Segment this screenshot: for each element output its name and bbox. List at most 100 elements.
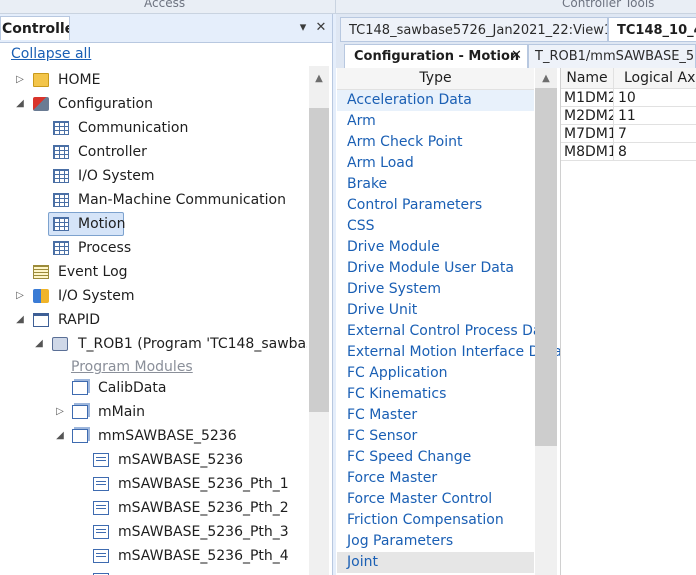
grid-cell-logical-axis[interactable]: 10 — [614, 89, 696, 107]
grid-header-name[interactable]: Name — [561, 68, 614, 89]
collapse-arrow-icon[interactable]: ◢ — [34, 333, 44, 355]
tree-label-controller: Controller — [78, 144, 147, 160]
tab-module-mmsawbase[interactable]: T_ROB1/mmSAWBASE_5236 — [528, 44, 696, 68]
tab-configuration-motion[interactable]: Configuration - Motion — [344, 44, 528, 68]
tree-label-procedure: mSAWBASE_5236_Pth_4 — [118, 548, 289, 564]
tree-label-motion: Motion — [78, 216, 126, 232]
type-list-item[interactable]: CSS — [347, 216, 375, 237]
scroll-up-icon[interactable]: ▲ — [309, 70, 329, 88]
pin-dropdown-icon[interactable]: ▾ — [296, 20, 310, 36]
grid-cell-name[interactable]: M8DM1 — [561, 143, 614, 161]
tree-item-controller[interactable]: Controller — [0, 141, 305, 163]
type-list-item[interactable]: Force Master Control — [347, 489, 492, 510]
expand-arrow-icon[interactable]: ▷ — [15, 69, 25, 91]
tree-item-task-t-rob1[interactable]: ◢ T_ROB1 (Program 'TC148_sawbase5726_Jan… — [0, 333, 307, 355]
procedure-icon — [93, 549, 109, 563]
type-list-item[interactable]: FC Kinematics — [347, 384, 446, 405]
collapse-all-link[interactable]: Collapse all — [11, 46, 91, 62]
tree-item-procedure[interactable]: mSAWBASE_5236_Pth_2 — [0, 497, 305, 519]
procedure-icon — [93, 525, 109, 539]
tree-item-event-log[interactable]: Event Log — [0, 261, 305, 283]
tree-item-procedure[interactable]: mSAWBASE_5236_Pth_3 — [0, 521, 305, 543]
configuration-icon — [33, 97, 49, 111]
tree-group-program-modules: Program Modules — [0, 356, 305, 378]
tree-label-event-log: Event Log — [58, 264, 128, 280]
scroll-up-icon[interactable]: ▲ — [535, 70, 557, 88]
close-tab-icon[interactable]: ✕ — [511, 48, 522, 64]
grid-cell-logical-axis[interactable]: 8 — [614, 143, 696, 161]
rapid-icon — [33, 313, 49, 327]
topic-grid-icon — [53, 121, 69, 135]
grid-cell-name[interactable]: M7DM1 — [561, 125, 614, 143]
tree-item-mmain[interactable]: ▷ mMain — [0, 401, 305, 423]
type-list-item[interactable]: External Control Process Data — [347, 321, 556, 342]
expand-arrow-icon[interactable]: ▷ — [55, 401, 65, 423]
type-list-item[interactable]: Control Parameters — [347, 195, 482, 216]
type-list-item[interactable]: Arm Check Point — [347, 132, 462, 153]
type-list-item[interactable]: Acceleration Data — [347, 90, 472, 111]
task-icon — [52, 337, 68, 351]
type-list-item[interactable]: Friction Compensation — [347, 510, 504, 531]
collapse-arrow-icon[interactable]: ◢ — [55, 425, 65, 447]
type-list-item[interactable]: Arm Load — [347, 153, 414, 174]
collapse-arrow-icon[interactable]: ◢ — [15, 309, 25, 331]
tree-scrollbar-thumb[interactable] — [309, 108, 329, 412]
type-list-scrollbar-thumb[interactable] — [535, 88, 557, 446]
procedure-icon — [93, 501, 109, 515]
tree-item-home[interactable]: ▷ HOME — [0, 69, 305, 91]
type-list-item[interactable]: Arm — [347, 111, 376, 132]
tree-label-home: HOME — [58, 72, 101, 88]
tab-tc148-10-48[interactable]: TC148_10_48 — [608, 17, 696, 42]
tree-item-man-machine-communication[interactable]: Man-Machine Communication — [0, 189, 305, 211]
type-list-item[interactable]: Drive System — [347, 279, 441, 300]
type-list-item[interactable]: FC Master — [347, 405, 417, 426]
pane-splitter[interactable] — [332, 14, 336, 575]
type-list-item[interactable]: FC Application — [347, 363, 448, 384]
ribbon-group-access: Access — [144, 0, 186, 10]
tree-label-configuration: Configuration — [58, 96, 153, 112]
type-list-item[interactable]: FC Speed Change — [347, 447, 471, 468]
program-modules-label: Program Modules — [71, 359, 193, 375]
type-list-item[interactable]: Brake — [347, 174, 387, 195]
tree-item-communication[interactable]: Communication — [0, 117, 305, 139]
controller-panel-title[interactable]: Controller — [0, 16, 70, 40]
tree-item-procedure[interactable]: mSAWBASE_5236_Pth_4 — [0, 545, 305, 567]
tree-item-motion[interactable]: Motion — [0, 213, 305, 235]
tree-label-io-system: I/O System — [58, 288, 135, 304]
tree-label-procedure: mSAWBASE_5236 — [118, 452, 243, 468]
tree-item-procedure[interactable]: mSAWBASE_5236_Pth_1 — [0, 473, 305, 495]
tree-item-configuration[interactable]: ◢ Configuration — [0, 93, 305, 115]
type-list-item[interactable]: External Motion Interface Data — [347, 342, 562, 363]
type-list-item[interactable]: Force Master — [347, 468, 437, 489]
type-list-item[interactable]: Drive Module — [347, 237, 440, 258]
tab-view1[interactable]: TC148_sawbase5726_Jan2021_22:View1 — [340, 17, 608, 42]
grid-cell-logical-axis[interactable]: 7 — [614, 125, 696, 143]
grid-cell-name[interactable]: M2DM2 — [561, 107, 614, 125]
type-list-item[interactable]: Drive Module User Data — [347, 258, 514, 279]
tree-item-procedure[interactable]: mSAWBASE_5236 — [0, 449, 305, 471]
type-list-item[interactable]: FC Sensor — [347, 426, 417, 447]
tree-item-mmsawbase[interactable]: ◢ mmSAWBASE_5236 — [0, 425, 305, 447]
tree-item-procedure-partial[interactable] — [0, 569, 305, 575]
topic-grid-icon — [53, 241, 69, 255]
close-panel-icon[interactable]: ✕ — [314, 20, 328, 36]
type-list-item[interactable]: Drive Unit — [347, 300, 417, 321]
event-log-icon — [33, 265, 49, 279]
expand-arrow-icon[interactable]: ▷ — [15, 285, 25, 307]
tree-item-rapid[interactable]: ◢ RAPID — [0, 309, 305, 331]
grid-cell-logical-axis[interactable]: 11 — [614, 107, 696, 125]
grid-cell-name[interactable]: M1DM2 — [561, 89, 614, 107]
tree-item-calibdata[interactable]: CalibData — [0, 377, 305, 399]
type-column-header[interactable]: Type — [337, 68, 534, 90]
tree-item-io-system[interactable]: ▷ I/O System — [0, 285, 305, 307]
tree-item-process[interactable]: Process — [0, 237, 305, 259]
type-list-item[interactable]: Joint — [347, 552, 378, 573]
collapse-arrow-icon[interactable]: ◢ — [15, 93, 25, 115]
type-list-item[interactable]: Jog Parameters — [347, 531, 453, 552]
tree-label-procedure: mSAWBASE_5236_Pth_3 — [118, 524, 289, 540]
tree-item-io-system-topic[interactable]: I/O System — [0, 165, 305, 187]
procedure-icon — [93, 453, 109, 467]
tree-label-communication: Communication — [78, 120, 189, 136]
topic-grid-icon — [53, 217, 69, 231]
grid-header-logical-axis[interactable]: Logical Axis — [614, 68, 696, 89]
